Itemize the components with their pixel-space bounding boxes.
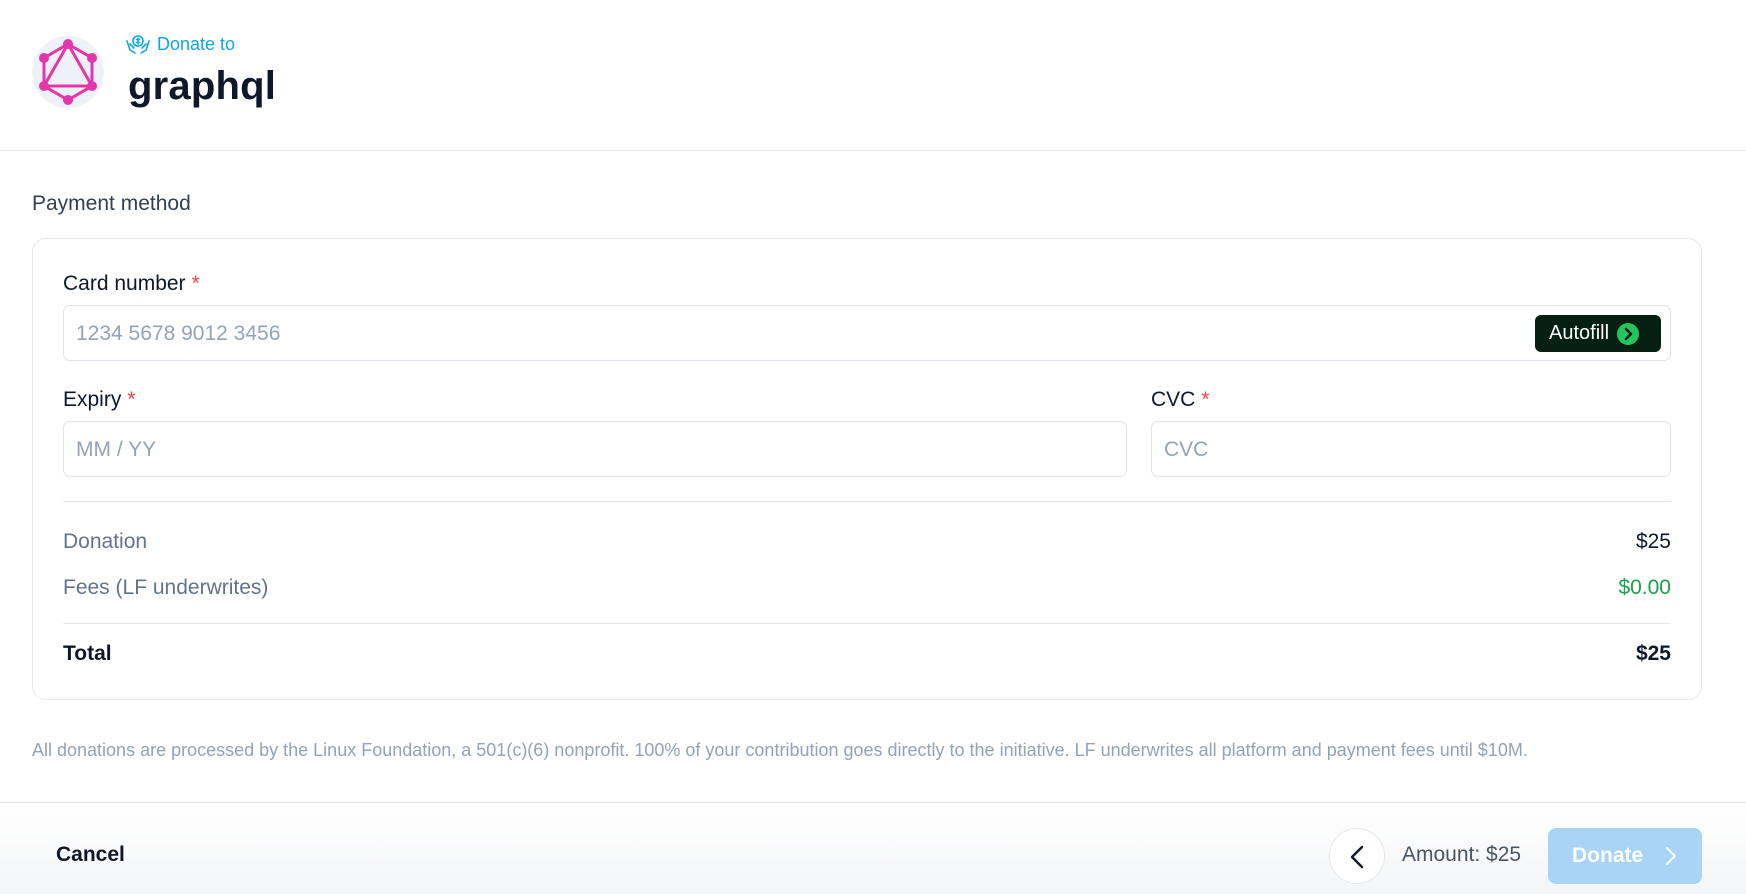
fees-value: $0.00 xyxy=(1618,576,1671,599)
expiry-input[interactable]: MM / YY xyxy=(63,421,1127,477)
org-name: graphql xyxy=(128,64,277,108)
org-logo xyxy=(32,36,104,108)
chevron-right-icon xyxy=(1666,847,1676,865)
payment-card: Card number * 1234 5678 9012 3456 Autofil… xyxy=(32,238,1702,700)
donate-to-label: Donate to xyxy=(125,33,235,55)
footer: Cancel Amount: $25 Donate xyxy=(0,802,1746,894)
total-label: Total xyxy=(63,642,112,665)
expiry-placeholder: MM / YY xyxy=(76,438,157,461)
card-number-placeholder: 1234 5678 9012 3456 xyxy=(76,322,281,345)
disclaimer-text: All donations are processed by the Linux… xyxy=(32,740,1528,760)
donate-button[interactable]: Donate xyxy=(1548,828,1702,884)
required-mark: * xyxy=(191,272,200,295)
card-number-label-text: Card number xyxy=(63,272,186,295)
divider xyxy=(63,623,1671,624)
expiry-label-text: Expiry xyxy=(63,388,122,411)
fees-label: Fees (LF underwrites) xyxy=(63,576,269,599)
divider xyxy=(63,501,1671,502)
cvc-label: CVC * xyxy=(1151,388,1210,412)
header: Donate to graphql xyxy=(0,0,1746,151)
cvc-placeholder: CVC xyxy=(1164,438,1209,461)
card-number-input[interactable]: 1234 5678 9012 3456 Autofill xyxy=(63,305,1671,361)
card-number-label: Card number * xyxy=(63,272,200,296)
cancel-button[interactable]: Cancel xyxy=(56,843,125,867)
donate-button-label: Donate xyxy=(1572,844,1644,867)
required-mark: * xyxy=(127,388,136,411)
donation-label: Donation xyxy=(63,530,148,553)
graphql-logo-icon xyxy=(39,39,97,105)
chevron-left-icon xyxy=(1350,845,1364,869)
cvc-input[interactable]: CVC xyxy=(1151,421,1671,477)
chevron-right-circle-icon xyxy=(1617,322,1640,345)
payment-method-heading: Payment method xyxy=(32,192,191,215)
back-button[interactable] xyxy=(1329,828,1385,884)
donation-value: $25 xyxy=(1635,530,1671,553)
donate-to-text: Donate to xyxy=(157,33,236,54)
expiry-label: Expiry * xyxy=(63,388,136,412)
donate-hands-icon xyxy=(126,35,150,54)
autofill-button[interactable]: Autofill xyxy=(1535,315,1661,352)
autofill-label: Autofill xyxy=(1549,322,1610,344)
amount-display: Amount: $25 xyxy=(1402,843,1522,866)
cvc-label-text: CVC xyxy=(1151,388,1196,411)
required-mark: * xyxy=(1201,388,1210,411)
total-value: $25 xyxy=(1635,642,1671,665)
